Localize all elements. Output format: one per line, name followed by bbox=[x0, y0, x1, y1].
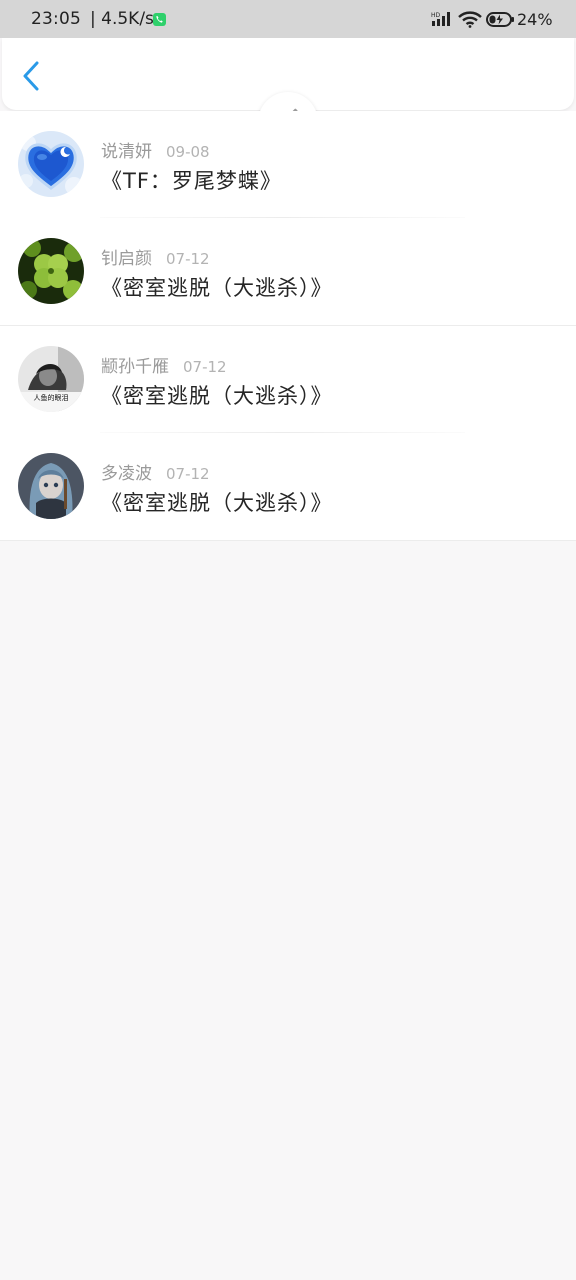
author-name: 说清妍 bbox=[101, 142, 152, 162]
post-date: 09-08 bbox=[166, 143, 210, 161]
item-meta: 说清妍 09-08 bbox=[101, 137, 210, 162]
story-title: 《密室逃脱（大逃杀）》 bbox=[101, 491, 333, 515]
story-title: 《TF：罗尾梦蝶》 bbox=[101, 169, 282, 193]
post-date: 07-12 bbox=[183, 358, 227, 376]
item-meta: 钊启颜 07-12 bbox=[101, 244, 210, 269]
list-item[interactable]: 钊启颜 07-12 《密室逃脱（大逃杀）》 bbox=[0, 218, 576, 326]
item-meta: 多凌波 07-12 bbox=[101, 459, 210, 484]
avatar-blue-heart[interactable] bbox=[18, 131, 84, 197]
story-title: 《密室逃脱（大逃杀）》 bbox=[101, 384, 333, 408]
svg-text:HD: HD bbox=[431, 12, 441, 19]
author-name: 钊启颜 bbox=[101, 249, 152, 269]
post-date: 07-12 bbox=[166, 465, 210, 483]
avatar-anime-girl[interactable] bbox=[18, 453, 84, 519]
story-list: 说清妍 09-08 《TF：罗尾梦蝶》 钊启颜 07-12 《密室逃脱（大逃杀）》 bbox=[0, 111, 576, 541]
avatar-caption: 人鱼的眼泪 bbox=[34, 393, 69, 402]
list-item[interactable]: 说清妍 09-08 《TF：罗尾梦蝶》 bbox=[0, 111, 576, 218]
battery-percent: 24% bbox=[517, 10, 553, 29]
battery-charging-icon bbox=[486, 12, 515, 31]
status-time: 23:05 bbox=[31, 9, 81, 29]
back-button[interactable] bbox=[16, 60, 48, 92]
list-item[interactable]: 人鱼的眼泪 颛孙千雁 07-12 《密室逃脱（大逃杀）》 bbox=[0, 326, 576, 433]
call-icon bbox=[153, 13, 166, 26]
author-name: 颛孙千雁 bbox=[101, 357, 169, 377]
status-bar: 23:05 | 4.5K/s HD 24% bbox=[0, 0, 576, 38]
wifi-icon bbox=[458, 11, 482, 32]
network-speed: | 4.5K/s bbox=[90, 9, 154, 29]
author-name: 多凌波 bbox=[101, 464, 152, 484]
list-item[interactable]: 多凌波 07-12 《密室逃脱（大逃杀）》 bbox=[0, 433, 576, 541]
item-meta: 颛孙千雁 07-12 bbox=[101, 352, 227, 377]
avatar-clover[interactable] bbox=[18, 238, 84, 304]
chevron-left-icon bbox=[23, 61, 39, 91]
avatar-bw-photo[interactable]: 人鱼的眼泪 bbox=[18, 346, 84, 412]
post-date: 07-12 bbox=[166, 250, 210, 268]
story-title: 《密室逃脱（大逃杀）》 bbox=[101, 276, 333, 300]
hd-signal-icon: HD bbox=[431, 11, 453, 31]
